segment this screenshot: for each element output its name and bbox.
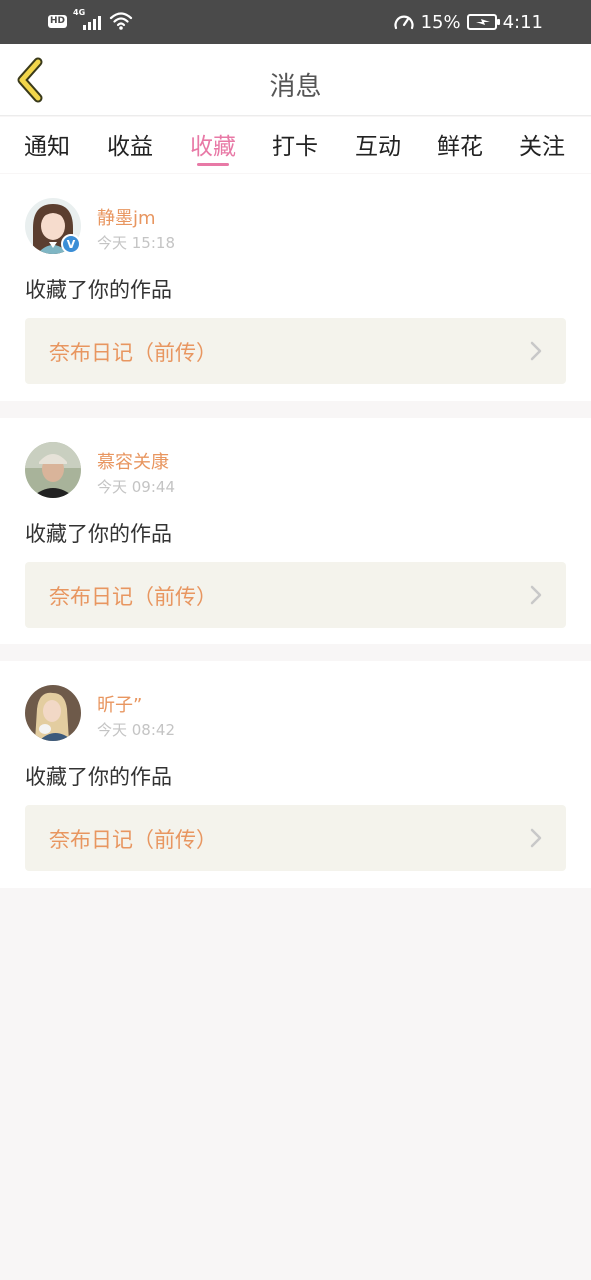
work-title: 奈布日记（前传） — [49, 828, 217, 852]
signal-icon: 4G — [73, 8, 103, 32]
page-title: 消息 — [269, 72, 322, 102]
username[interactable]: 慕容关康 — [97, 448, 169, 474]
tab-bar: 通知 收益 收藏 打卡 互动 鲜花 关注 — [0, 117, 591, 173]
work-link[interactable]: 奈布日记（前传） — [25, 562, 566, 628]
avatar[interactable] — [25, 685, 81, 741]
hd-badge: HD — [48, 14, 68, 28]
header: 消息 — [0, 44, 591, 116]
username[interactable]: 昕子” — [97, 691, 142, 717]
tab-follow[interactable]: 关注 — [519, 127, 565, 161]
active-tab-indicator — [197, 163, 229, 166]
wifi-icon — [109, 12, 133, 30]
status-bar: HD 4G 15% 4:11 — [0, 0, 591, 44]
timestamp: 今天 09:44 — [97, 478, 175, 496]
avatar[interactable] — [25, 442, 81, 498]
work-link[interactable]: 奈布日记（前传） — [25, 805, 566, 871]
speed-icon — [393, 15, 414, 30]
tab-notifications[interactable]: 通知 — [24, 127, 70, 161]
tab-earnings[interactable]: 收益 — [107, 127, 153, 161]
tab-favorites[interactable]: 收藏 — [190, 127, 236, 161]
chevron-right-icon — [530, 341, 542, 361]
work-title: 奈布日记（前传） — [49, 585, 217, 609]
verified-badge-icon: V — [61, 234, 81, 254]
battery-percent: 15% — [420, 11, 461, 33]
clock: 4:11 — [502, 11, 543, 33]
tab-checkin[interactable]: 打卡 — [272, 127, 318, 161]
message-card: 昕子” 今天 08:42 收藏了你的作品 奈布日记（前传） — [0, 661, 591, 888]
chevron-right-icon — [530, 828, 542, 848]
tab-flowers[interactable]: 鲜花 — [437, 127, 483, 161]
timestamp: 今天 08:42 — [97, 721, 175, 739]
username[interactable]: 静墨jm — [97, 204, 156, 230]
work-link[interactable]: 奈布日记（前传） — [25, 318, 566, 384]
action-text: 收藏了你的作品 — [25, 522, 172, 546]
action-text: 收藏了你的作品 — [25, 765, 172, 789]
chevron-right-icon — [530, 585, 542, 605]
work-title: 奈布日记（前传） — [49, 341, 217, 365]
tab-interaction[interactable]: 互动 — [355, 127, 401, 161]
timestamp: 今天 15:18 — [97, 234, 175, 252]
message-card: V 静墨jm 今天 15:18 收藏了你的作品 奈布日记（前传） — [0, 174, 591, 401]
message-card: 慕容关康 今天 09:44 收藏了你的作品 奈布日记（前传） — [0, 418, 591, 644]
action-text: 收藏了你的作品 — [25, 278, 172, 302]
battery-icon — [466, 14, 500, 30]
